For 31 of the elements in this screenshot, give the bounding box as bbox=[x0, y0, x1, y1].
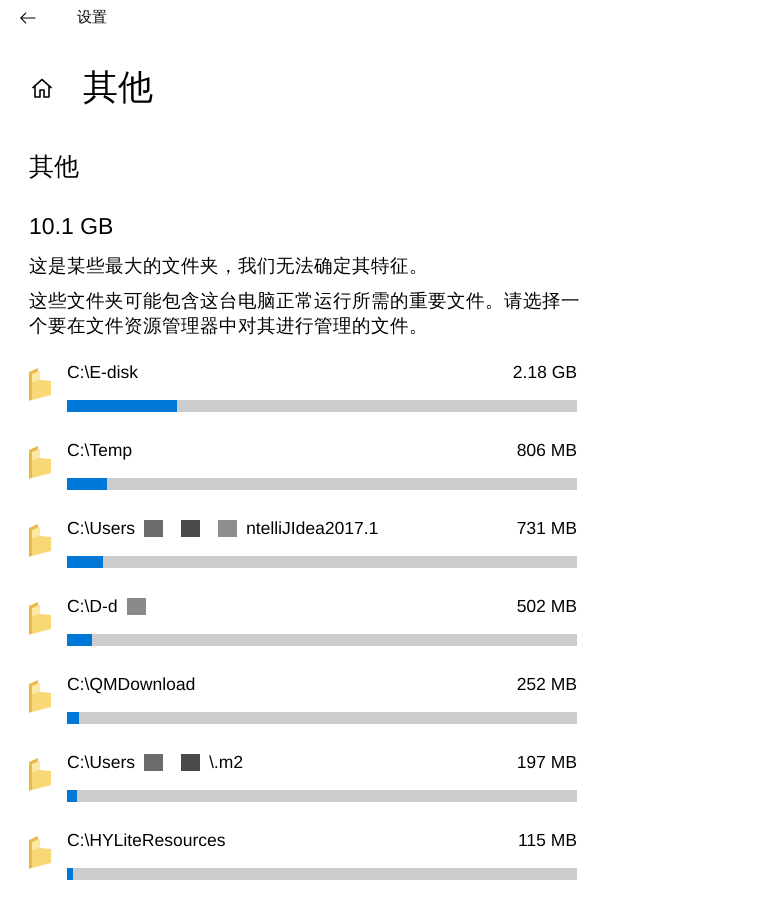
folder-icon bbox=[29, 446, 51, 479]
total-size: 10.1 GB bbox=[29, 212, 114, 241]
folder-size: 252 MB bbox=[516, 673, 577, 695]
folder-path: C:\QMDownload bbox=[67, 673, 196, 695]
folder-path: C:\HYLiteResources bbox=[67, 829, 226, 851]
home-icon[interactable] bbox=[31, 78, 53, 98]
folder-size: 115 MB bbox=[518, 829, 577, 851]
description-text: 这是某些最大的文件夹，我们无法确定其特征。 bbox=[29, 254, 428, 278]
folder-icon bbox=[29, 680, 51, 713]
folder-icon bbox=[29, 524, 51, 557]
folder-path: C:\D-d bbox=[67, 595, 118, 617]
folder-path: \.m2 bbox=[209, 751, 244, 773]
section-heading: 其他 bbox=[29, 152, 79, 183]
folder-icon bbox=[29, 758, 51, 791]
back-icon[interactable] bbox=[20, 12, 36, 24]
folder-path: C:\Users bbox=[67, 751, 136, 773]
folder-size: 502 MB bbox=[516, 595, 577, 617]
folder-path: ntelliJIdea2017.1 bbox=[246, 517, 378, 539]
folder-path: C:\Users bbox=[67, 517, 136, 539]
folder-icon bbox=[29, 602, 51, 635]
folder-path: C:\E-disk bbox=[67, 361, 138, 383]
folder-icon bbox=[29, 368, 51, 401]
folder-size: 2.18 GB bbox=[512, 361, 577, 383]
page-title: 其他 bbox=[83, 67, 153, 109]
folder-icon bbox=[29, 836, 51, 869]
folder-size: 806 MB bbox=[516, 439, 577, 461]
note-text: 这些文件夹可能包含这台电脑正常运行所需的重要文件。请选择一个要在文件资源管理器中对其进行管理的文件。 bbox=[29, 288, 581, 338]
window-title: 设置 bbox=[77, 8, 107, 28]
folder-size: 731 MB bbox=[516, 517, 577, 539]
folder-size: 197 MB bbox=[516, 751, 577, 773]
folder-path: C:\Temp bbox=[67, 439, 132, 461]
